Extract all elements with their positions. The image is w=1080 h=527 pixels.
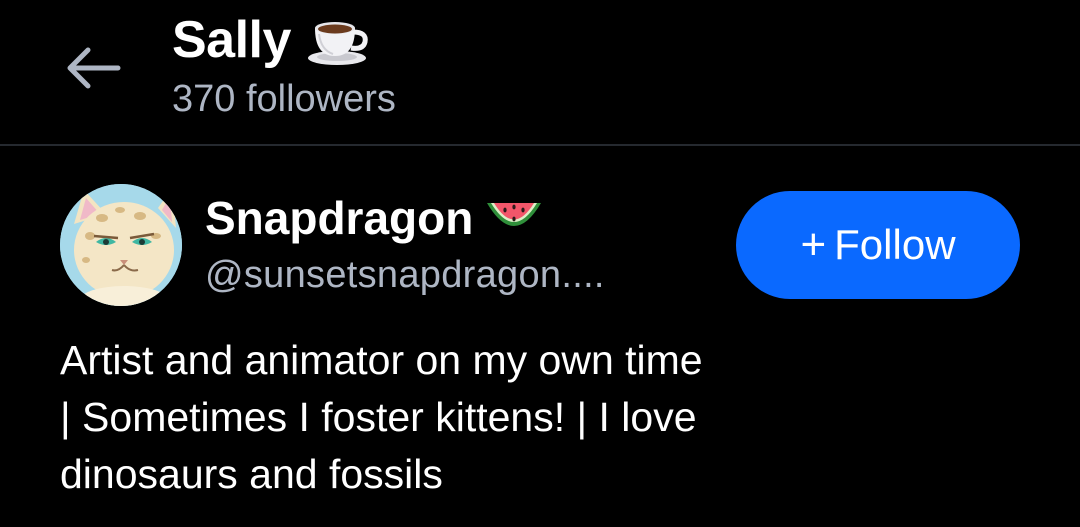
follower-count: 370 followers	[172, 78, 396, 120]
arrow-left-icon	[67, 47, 121, 89]
user-handle: @sunsetsnapdragon....	[205, 254, 605, 296]
plus-icon: +	[800, 220, 827, 269]
profile-bio: Artist and animator on my own time | Som…	[60, 332, 860, 503]
display-name: Snapdragon	[205, 192, 474, 244]
watermelon-emoji	[487, 203, 542, 226]
profile-header: Sally 370 followers	[0, 0, 1080, 145]
bio-line: | Sometimes I foster kittens! | I love	[60, 394, 697, 440]
header-title-row: Sally	[172, 6, 371, 74]
cat-avatar	[60, 184, 182, 306]
bio-line: Artist and animator on my own time	[60, 337, 703, 383]
follow-label: Follow	[834, 221, 956, 268]
header-title: Sally	[172, 11, 291, 69]
display-name-row: Snapdragon	[205, 188, 543, 248]
profile-card[interactable]: Snapdragon @sunsetsnapdragon.... + Follo…	[0, 146, 1080, 527]
bio-line: dinosaurs and fossils	[60, 451, 443, 497]
coffee-cup-emoji	[307, 22, 368, 65]
back-button[interactable]	[62, 42, 124, 94]
follow-button[interactable]: + Follow	[736, 191, 1020, 299]
avatar[interactable]	[60, 184, 182, 306]
